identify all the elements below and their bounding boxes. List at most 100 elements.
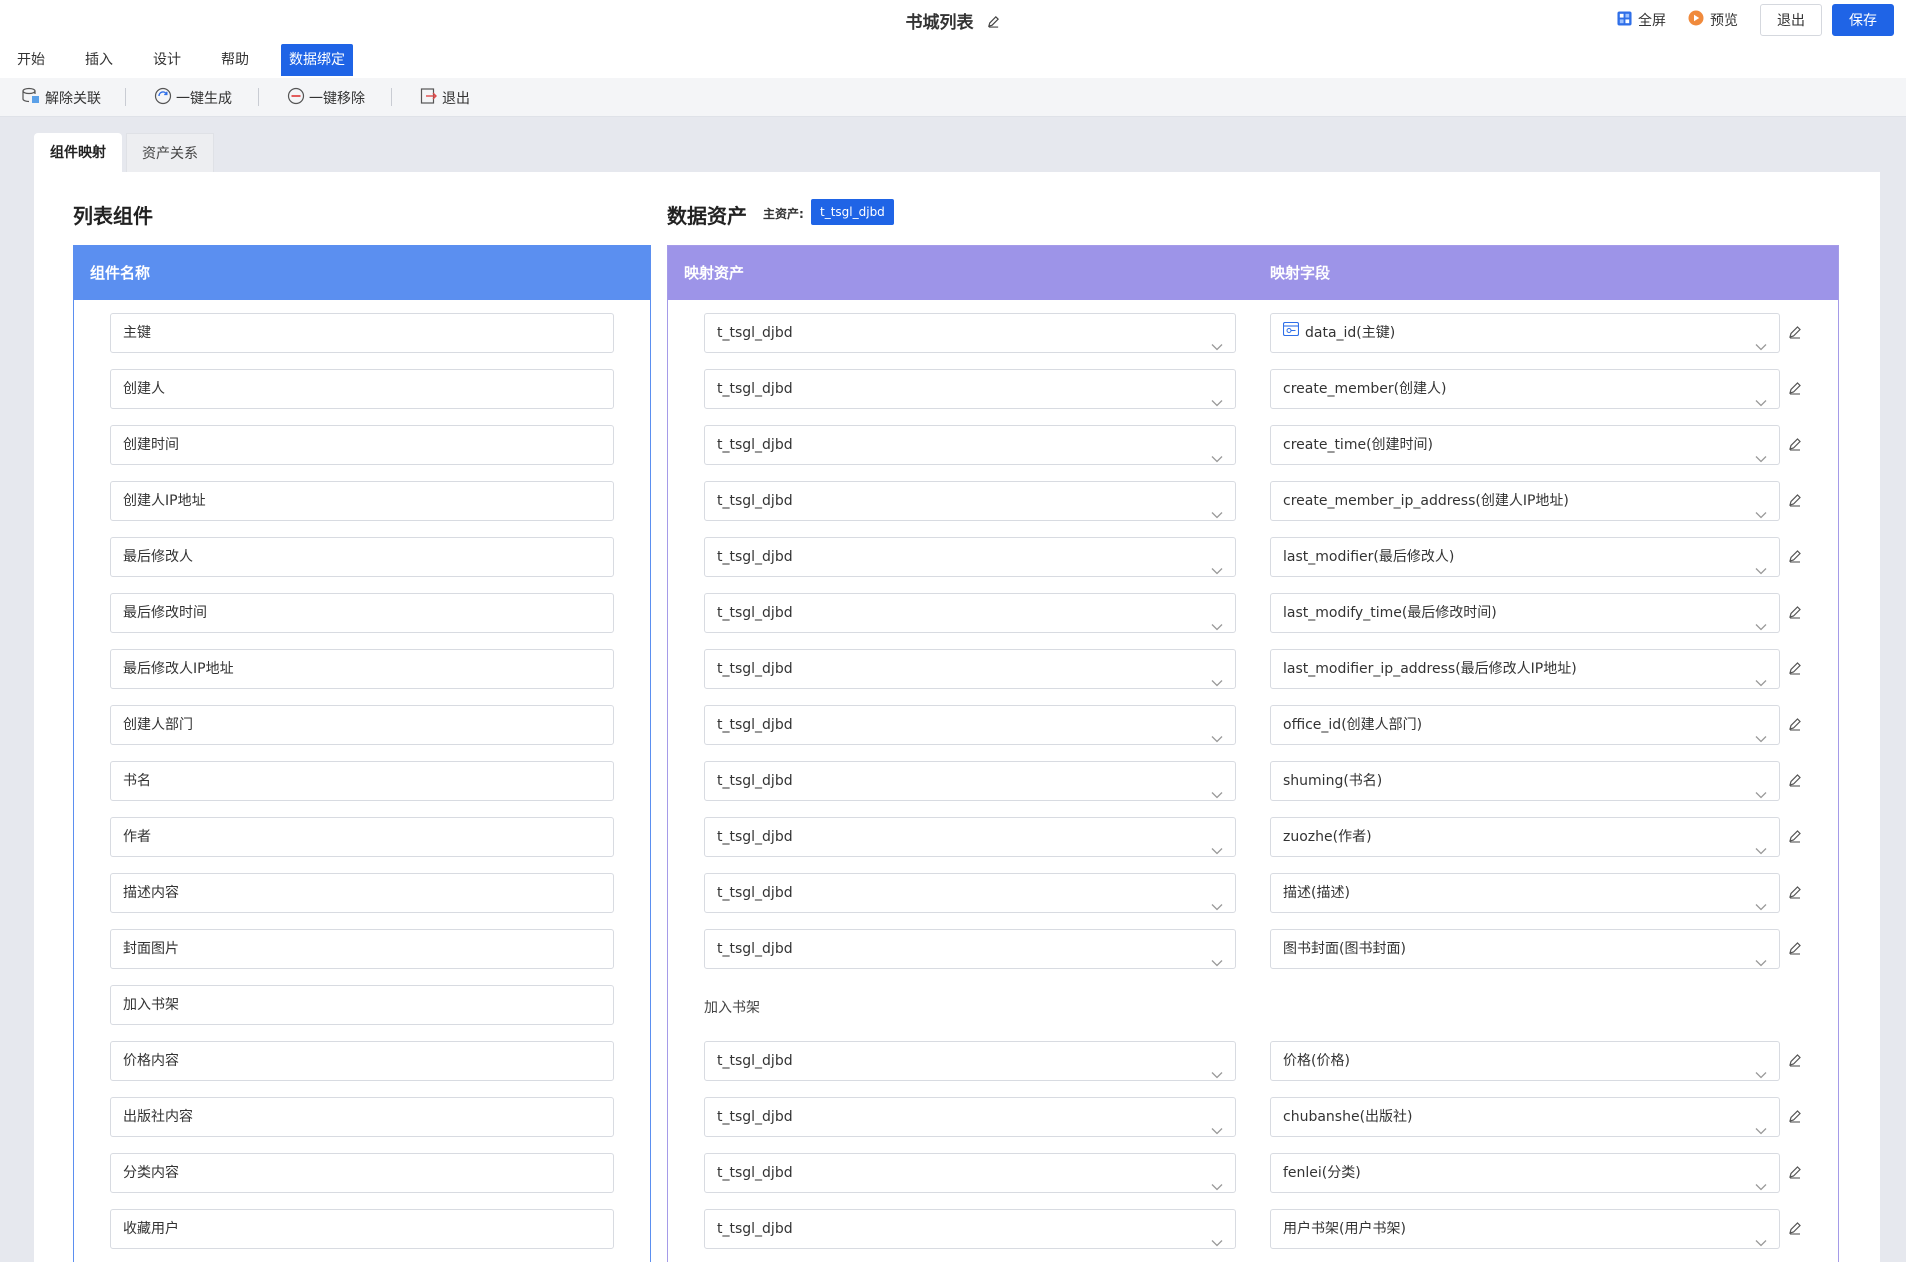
mapped-field-select[interactable]: shuming(书名) — [1270, 761, 1780, 801]
mapped-asset-value: t_tsgl_djbd — [717, 1053, 793, 1069]
mapped-field-select[interactable]: 用户书架(用户书架) — [1270, 1209, 1780, 1249]
top-bar: 书城列表 全屏 预览 退出 保存 — [0, 0, 1906, 38]
edit-icon[interactable] — [1788, 1109, 1802, 1127]
component-name-header: 组件名称 — [74, 246, 650, 300]
component-field[interactable]: 最后修改人IP地址 — [110, 649, 614, 689]
remove-button[interactable]: 一键移除 — [287, 87, 365, 109]
component-field[interactable]: 创建人IP地址 — [110, 481, 614, 521]
component-field[interactable]: 主键 — [110, 313, 614, 353]
chevron-down-icon — [1211, 1112, 1223, 1150]
mapped-asset-select[interactable]: t_tsgl_djbd — [704, 929, 1236, 969]
mapped-field-select[interactable]: last_modifier(最后修改人) — [1270, 537, 1780, 577]
generate-button[interactable]: 一键生成 — [154, 87, 232, 109]
mapped-field-select[interactable]: create_time(创建时间) — [1270, 425, 1780, 465]
component-field[interactable]: 最后修改时间 — [110, 593, 614, 633]
component-field[interactable]: 创建人部门 — [110, 705, 614, 745]
preview-button[interactable]: 预览 — [1688, 10, 1738, 30]
mapped-asset-select[interactable]: t_tsgl_djbd — [704, 649, 1236, 689]
mapped-asset-select[interactable]: t_tsgl_djbd — [704, 817, 1236, 857]
component-field[interactable]: 作者 — [110, 817, 614, 857]
edit-icon[interactable] — [1788, 1165, 1802, 1183]
fullscreen-button[interactable]: 全屏 — [1617, 10, 1666, 30]
tab-component-mapping[interactable]: 组件映射 — [34, 133, 122, 173]
component-field[interactable]: 价格内容 — [110, 1041, 614, 1081]
asset-mapping-header: 映射资产 映射字段 — [668, 246, 1838, 300]
edit-icon[interactable] — [1788, 493, 1802, 511]
edit-icon[interactable] — [1788, 381, 1802, 399]
mapped-asset-select[interactable]: t_tsgl_djbd — [704, 761, 1236, 801]
chevron-down-icon — [1211, 384, 1223, 422]
mapped-field-select[interactable]: 图书封面(图书封面) — [1270, 929, 1780, 969]
menu-data-binding[interactable]: 数据绑定 — [281, 44, 353, 76]
component-field[interactable]: 加入书架 — [110, 985, 614, 1025]
save-button[interactable]: 保存 — [1832, 4, 1894, 36]
component-field[interactable]: 收藏用户 — [110, 1209, 614, 1249]
edit-icon[interactable] — [1788, 941, 1802, 959]
mapped-field-select[interactable]: last_modifier_ip_address(最后修改人IP地址) — [1270, 649, 1780, 689]
edit-icon[interactable] — [1788, 829, 1802, 847]
mapped-field-select[interactable]: zuozhe(作者) — [1270, 817, 1780, 857]
edit-icon[interactable] — [1788, 325, 1802, 343]
chevron-down-icon — [1755, 664, 1767, 702]
mapped-asset-select[interactable]: t_tsgl_djbd — [704, 425, 1236, 465]
mapped-field-select[interactable]: office_id(创建人部门) — [1270, 705, 1780, 745]
mapped-asset-select[interactable]: t_tsgl_djbd — [704, 1209, 1236, 1249]
edit-icon[interactable] — [1788, 605, 1802, 623]
exit-button[interactable]: 退出 — [1760, 4, 1822, 36]
edit-icon[interactable] — [1788, 549, 1802, 567]
edit-icon[interactable] — [1788, 437, 1802, 455]
mapped-asset-value: t_tsgl_djbd — [717, 325, 793, 341]
mapped-field-select[interactable]: last_modify_time(最后修改时间) — [1270, 593, 1780, 633]
mapped-field-select[interactable]: create_member_ip_address(创建人IP地址) — [1270, 481, 1780, 521]
top-actions: 全屏 预览 退出 保存 — [1617, 4, 1894, 36]
edit-icon[interactable] — [1788, 1221, 1802, 1239]
edit-icon[interactable] — [1788, 661, 1802, 679]
component-field[interactable]: 书名 — [110, 761, 614, 801]
mapped-asset-select[interactable]: t_tsgl_djbd — [704, 1041, 1236, 1081]
mapped-asset-select[interactable]: t_tsgl_djbd — [704, 593, 1236, 633]
fullscreen-label: 全屏 — [1638, 13, 1666, 29]
menu-insert[interactable]: 插入 — [77, 44, 121, 76]
menu-start[interactable]: 开始 — [9, 44, 53, 76]
edit-title-icon[interactable] — [987, 13, 1000, 33]
mapped-field-select[interactable]: 描述(描述) — [1270, 873, 1780, 913]
toolbar-exit-button[interactable]: 退出 — [420, 87, 470, 109]
component-field[interactable]: 创建时间 — [110, 425, 614, 465]
mapped-asset-select[interactable]: t_tsgl_djbd — [704, 873, 1236, 913]
mapped-field-value: last_modifier_ip_address(最后修改人IP地址) — [1283, 661, 1577, 677]
mapped-asset-select[interactable]: t_tsgl_djbd — [704, 481, 1236, 521]
mapped-field-select[interactable]: chubanshe(出版社) — [1270, 1097, 1780, 1137]
edit-icon[interactable] — [1788, 717, 1802, 735]
mapped-field-select[interactable]: fenlei(分类) — [1270, 1153, 1780, 1193]
unlink-button[interactable]: 解除关联 — [21, 87, 101, 109]
chevron-down-icon — [1211, 552, 1223, 590]
mapped-field-select[interactable]: create_member(创建人) — [1270, 369, 1780, 409]
mapped-field-select[interactable]: data_id(主键) — [1270, 313, 1780, 353]
mapped-field-select[interactable]: 价格(价格) — [1270, 1041, 1780, 1081]
menu-design[interactable]: 设计 — [145, 44, 189, 76]
component-field[interactable]: 描述内容 — [110, 873, 614, 913]
chevron-down-icon — [1755, 496, 1767, 534]
mapped-asset-select[interactable]: t_tsgl_djbd — [704, 705, 1236, 745]
mapped-asset-select[interactable]: t_tsgl_djbd — [704, 1153, 1236, 1193]
mapped-field-value: 图书封面(图书封面) — [1283, 941, 1406, 957]
main-asset-badge[interactable]: t_tsgl_djbd — [811, 199, 894, 225]
component-field[interactable]: 分类内容 — [110, 1153, 614, 1193]
component-field[interactable]: 封面图片 — [110, 929, 614, 969]
mapped-asset-select[interactable]: t_tsgl_djbd — [704, 369, 1236, 409]
mapped-asset-select[interactable]: t_tsgl_djbd — [704, 537, 1236, 577]
mapped-field-value: 描述(描述) — [1283, 885, 1350, 901]
mapped-asset-select[interactable]: t_tsgl_djbd — [704, 313, 1236, 353]
edit-icon[interactable] — [1788, 773, 1802, 791]
preview-label: 预览 — [1710, 13, 1738, 29]
edit-icon[interactable] — [1788, 885, 1802, 903]
mapped-asset-select[interactable]: t_tsgl_djbd — [704, 1097, 1236, 1137]
chevron-down-icon — [1211, 608, 1223, 646]
edit-icon[interactable] — [1788, 1053, 1802, 1071]
component-field[interactable]: 最后修改人 — [110, 537, 614, 577]
primary-key-icon — [1282, 313, 1300, 351]
menu-help[interactable]: 帮助 — [213, 44, 257, 76]
tab-asset-relation[interactable]: 资产关系 — [126, 133, 214, 173]
component-field[interactable]: 创建人 — [110, 369, 614, 409]
component-field[interactable]: 出版社内容 — [110, 1097, 614, 1137]
